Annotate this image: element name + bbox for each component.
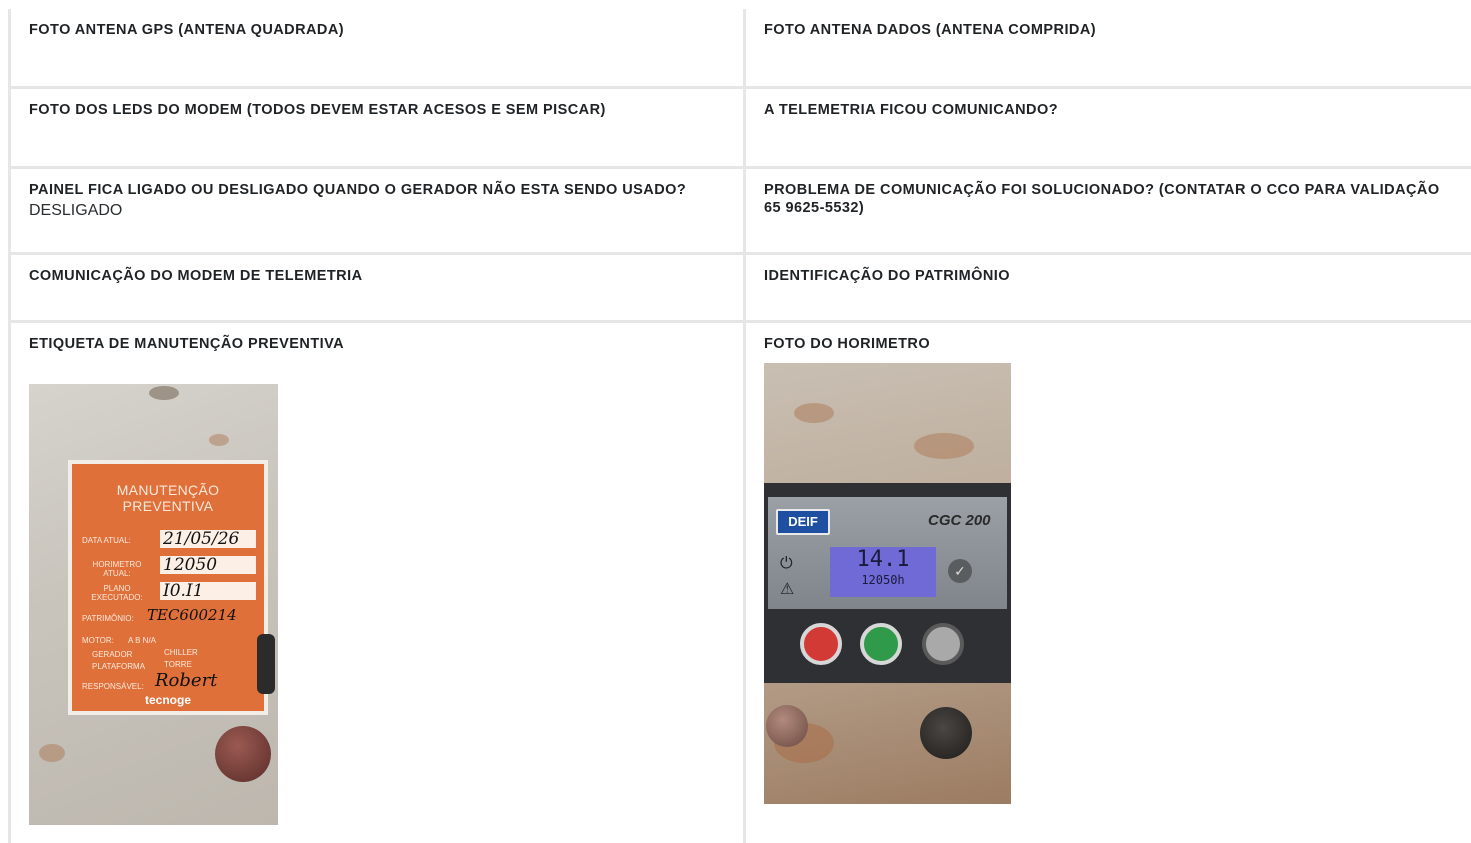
card-brand: tecnoge — [144, 693, 191, 707]
card-date-label: DATA ATUAL: — [82, 536, 131, 545]
deif-logo: DEIF — [776, 509, 830, 535]
field-asset-identification: IDENTIFICAÇÃO DO PATRIMÔNIO — [746, 255, 1471, 323]
field-label: PROBLEMA DE COMUNICAÇÃO FOI SOLUCIONADO?… — [764, 182, 1440, 216]
field-modem-leds: FOTO DOS LEDS DO MODEM (TODOS DEVEM ESTA… — [11, 89, 746, 169]
card-responsible-label: RESPONSÁVEL: — [82, 682, 144, 691]
power-icon: ⏻ — [780, 555, 793, 572]
generator-knob — [215, 726, 271, 782]
handle — [257, 634, 275, 694]
card-asset-value: TEC600214 — [147, 606, 237, 624]
left-knob — [766, 705, 808, 747]
card-title-line2: PREVENTIVA — [122, 498, 214, 514]
form-grid: FOTO ANTENA GPS (ANTENA QUADRADA) FOTO A… — [8, 9, 1471, 843]
card-motor-label: MOTOR: — [82, 636, 114, 645]
check-icon: ✓ — [948, 559, 972, 583]
card-chiller-label: CHILLER — [164, 648, 198, 657]
field-communication-solved: PROBLEMA DE COMUNICAÇÃO FOI SOLUCIONADO?… — [746, 169, 1471, 255]
maintenance-card: MANUTENÇÃO PREVENTIVA DATA ATUAL: 21/05/… — [68, 460, 268, 715]
field-label: A TELEMETRIA FICOU COMUNICANDO? — [764, 102, 1058, 118]
field-label: COMUNICAÇÃO DO MODEM DE TELEMETRIA — [29, 268, 363, 284]
field-label: PAINEL FICA LIGADO OU DESLIGADO QUANDO O… — [29, 182, 687, 198]
card-motor-options: A B N/A — [128, 636, 157, 645]
card-title: MANUTENÇÃO PREVENTIVA — [72, 482, 264, 514]
card-hour-label: HORIMETRO ATUAL: — [92, 560, 142, 578]
card-plan-label: PLANO EXECUTADO: — [91, 584, 143, 602]
field-maintenance-tag: ETIQUETA DE MANUTENÇÃO PREVENTIVA MANUTE… — [11, 323, 746, 843]
field-modem-communication: COMUNICAÇÃO DO MODEM DE TELEMETRIA — [11, 255, 746, 323]
card-platform-label: PLATAFORMA — [92, 662, 146, 671]
card-title-line1: MANUTENÇÃO — [116, 482, 220, 498]
card-generator-label: GERADOR — [92, 650, 133, 659]
controller-face: DEIF CGC 200 ⏻ ⚠ 14.1 12050h ✓ — [768, 497, 1007, 609]
field-label: FOTO DO HORIMETRO — [764, 336, 931, 352]
field-label: IDENTIFICAÇÃO DO PATRIMÔNIO — [764, 268, 1011, 284]
field-panel-state: PAINEL FICA LIGADO OU DESLIGADO QUANDO O… — [11, 169, 746, 255]
field-label: ETIQUETA DE MANUTENÇÃO PREVENTIVA — [29, 336, 345, 352]
controller-panel: DEIF CGC 200 ⏻ ⚠ 14.1 12050h ✓ — [764, 483, 1011, 683]
card-hour-value: 12050 — [160, 556, 256, 574]
lcd-display: 14.1 12050h — [830, 547, 936, 597]
field-gps-antenna: FOTO ANTENA GPS (ANTENA QUADRADA) — [11, 9, 746, 89]
field-label: FOTO ANTENA DADOS (ANTENA COMPRIDA) — [764, 22, 1097, 38]
field-label: FOTO ANTENA GPS (ANTENA QUADRADA) — [29, 22, 345, 38]
card-plan-value: I0.I1 — [160, 582, 256, 600]
field-value: DESLIGADO — [29, 202, 123, 219]
start-button-icon — [860, 623, 902, 665]
lcd-hours-value: 12050h — [861, 573, 905, 587]
field-hour-meter: FOTO DO HORIMETRO DEIF CGC 200 ⏻ ⚠ 14.1 … — [746, 323, 1471, 843]
rotary-switch — [920, 707, 972, 759]
lcd-main-value: 14.1 — [856, 547, 910, 572]
mode-button-icon — [922, 623, 964, 665]
warning-icon: ⚠ — [780, 581, 795, 598]
field-label: FOTO DOS LEDS DO MODEM (TODOS DEVEM ESTA… — [29, 102, 606, 118]
field-data-antenna: FOTO ANTENA DADOS (ANTENA COMPRIDA) — [746, 9, 1471, 89]
hour-meter-photo[interactable]: DEIF CGC 200 ⏻ ⚠ 14.1 12050h ✓ — [764, 363, 1011, 804]
field-telemetry-communicating: A TELEMETRIA FICOU COMUNICANDO? — [746, 89, 1471, 169]
stop-button-icon — [800, 623, 842, 665]
card-date-value: 21/05/26 — [160, 530, 256, 548]
controller-model: CGC 200 — [928, 512, 991, 529]
card-responsible-value: Robert — [155, 670, 218, 691]
maintenance-tag-photo[interactable]: MANUTENÇÃO PREVENTIVA DATA ATUAL: 21/05/… — [29, 384, 278, 825]
card-asset-label: PATRIMÔNIO: — [82, 614, 134, 623]
card-tower-label: TORRE — [164, 660, 192, 669]
